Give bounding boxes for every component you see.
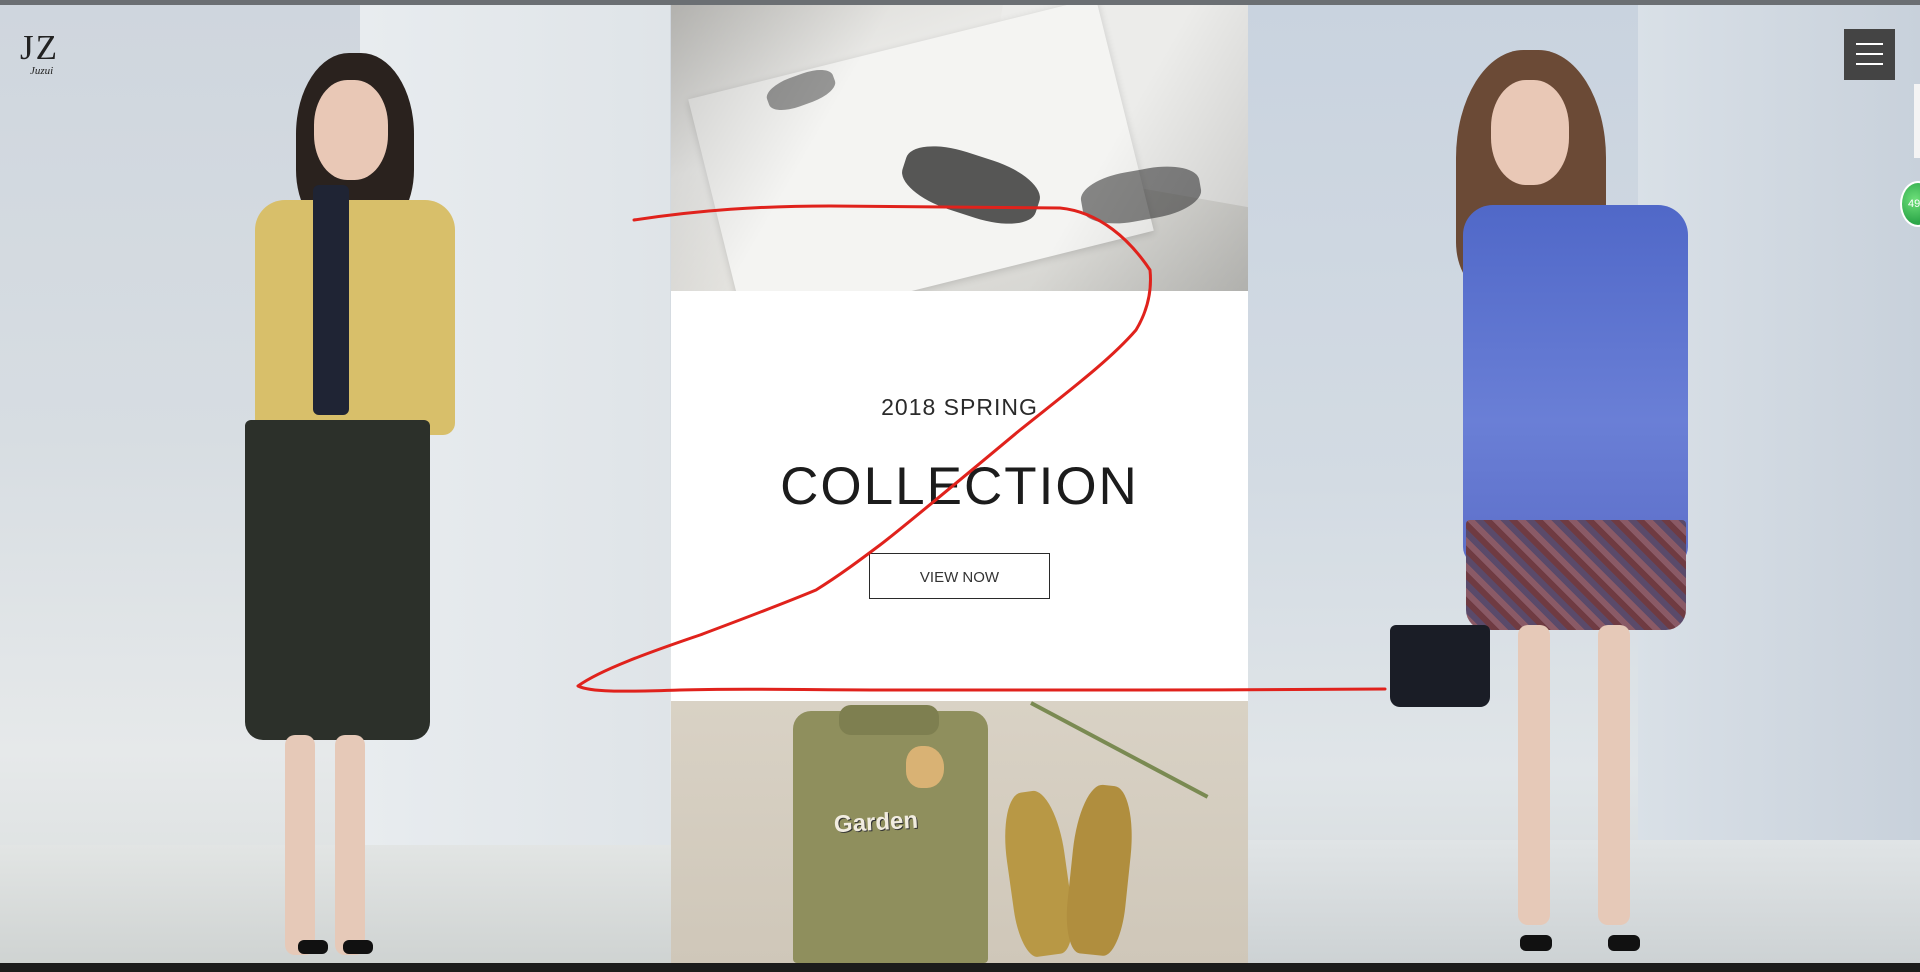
menu-button[interactable] [1844, 29, 1895, 80]
collection-promo: 2018 SPRING COLLECTION VIEW NOW [671, 291, 1248, 701]
logo-script: Juzui [30, 65, 54, 77]
taskbar-strip [0, 963, 1920, 972]
side-tab[interactable] [1914, 84, 1920, 158]
logo-mark: JZ [20, 28, 59, 67]
hamburger-menu-icon [1856, 43, 1883, 45]
view-now-button[interactable]: VIEW NOW [869, 553, 1050, 599]
promo-season-label: 2018 SPRING [881, 394, 1038, 420]
left-model-photo [0, 5, 671, 963]
flatlay-photo: Garden [671, 701, 1248, 963]
right-model-photo [1248, 5, 1920, 963]
promo-title: COLLECTION [780, 457, 1139, 516]
center-column: 2018 SPRING COLLECTION VIEW NOW Garden [671, 5, 1248, 963]
sketch-photo [671, 5, 1248, 291]
shirt-embroidery-text: Garden [833, 806, 919, 839]
brand-logo[interactable]: JZ Juzui [20, 30, 76, 78]
